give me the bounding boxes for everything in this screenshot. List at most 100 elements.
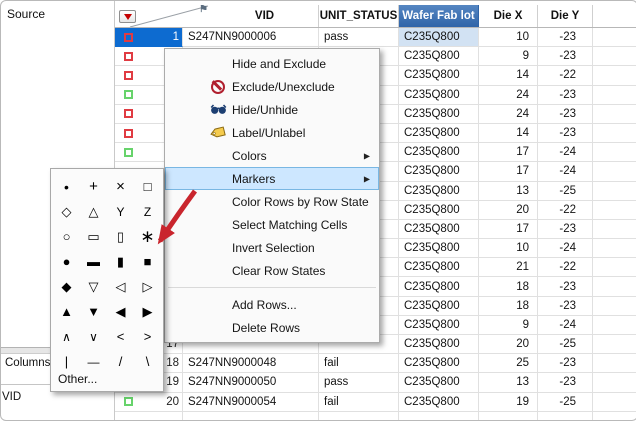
slash-marker[interactable]: / — [107, 349, 134, 374]
cell-diex[interactable]: 21 — [479, 258, 538, 278]
column-header-lot[interactable]: Wafer Fab lot — [399, 5, 479, 27]
open-vrect-marker[interactable]: ▯ — [107, 224, 134, 249]
filled-hrect-marker[interactable]: ▬ — [80, 249, 107, 274]
menu-item-hide-unhide[interactable]: Hide/Unhide — [165, 98, 379, 121]
row-state-cell[interactable] — [115, 28, 141, 48]
cell-diey[interactable]: -23 — [538, 28, 593, 48]
cell-lot[interactable]: C235Q800 — [399, 219, 479, 240]
cell-extra[interactable] — [593, 316, 636, 335]
cell-lot[interactable]: C235Q800 — [399, 200, 479, 220]
cell-extra[interactable] — [593, 258, 636, 278]
cell-diey[interactable]: -23 — [538, 296, 593, 316]
cell-diex[interactable]: 18 — [479, 277, 538, 297]
cell-lot[interactable]: C235Q800 — [399, 143, 479, 163]
open-hrect-marker[interactable]: ▭ — [80, 224, 107, 249]
cell-extra[interactable] — [593, 201, 636, 220]
filled-right-triangle-marker[interactable]: ▶ — [134, 299, 161, 324]
cell-extra[interactable] — [593, 28, 636, 48]
menu-item-label-unlabel[interactable]: Label/Unlabel — [165, 121, 379, 144]
cell-diex[interactable]: 13 — [479, 181, 538, 201]
z-marker[interactable]: Z — [134, 199, 161, 224]
cell-diey[interactable]: -23 — [538, 47, 593, 67]
dot-marker[interactable]: • — [53, 174, 80, 199]
cell-diex[interactable]: 9 — [479, 315, 538, 335]
cell-extra[interactable] — [593, 354, 636, 374]
cell-diex[interactable]: 25 — [479, 354, 538, 374]
cell-lot[interactable]: C235Q800 — [399, 239, 479, 259]
cell-status[interactable]: pass — [319, 373, 399, 393]
menu-item-exclude-unexclude[interactable]: Exclude/Unexclude — [165, 75, 379, 98]
cell-extra[interactable] — [593, 66, 636, 86]
cell-diey[interactable]: -23 — [538, 354, 593, 374]
cell-vid[interactable]: S247NN9000006 — [183, 28, 319, 48]
cell-diey[interactable]: -24 — [538, 239, 593, 259]
cell-extra[interactable] — [593, 220, 636, 240]
cell-lot[interactable]: C235Q800 — [399, 258, 479, 278]
cell-vid[interactable]: S247NN9000054 — [183, 392, 319, 412]
cell-lot[interactable]: C235Q800 — [399, 28, 479, 48]
cell-vid[interactable]: S247NN9000048 — [183, 354, 319, 374]
cell-diey[interactable]: -23 — [538, 373, 593, 393]
vbar-marker[interactable]: | — [53, 349, 80, 374]
cell-lot[interactable]: C235Q800 — [399, 162, 479, 182]
cell-status[interactable]: fail — [319, 354, 399, 374]
row-state-cell[interactable] — [115, 105, 141, 124]
open-diamond-marker[interactable]: ◇ — [53, 199, 80, 224]
menu-item-delete-rows[interactable]: Delete Rows — [165, 316, 379, 339]
column-header-status[interactable]: UNIT_STATUS — [319, 5, 399, 27]
cell-diey[interactable]: -23 — [538, 277, 593, 297]
cell-lot[interactable]: C235Q800 — [399, 85, 479, 105]
open-square-marker[interactable]: □ — [134, 174, 161, 199]
menu-item-hide-and-exclude[interactable]: Hide and Exclude — [165, 52, 379, 75]
menu-item-clear-row-states[interactable]: Clear Row States — [165, 259, 379, 282]
cell-diex[interactable]: 20 — [479, 200, 538, 220]
cell-num[interactable]: 20 — [141, 392, 183, 412]
cell-lot[interactable]: C235Q800 — [399, 354, 479, 374]
cell-lot[interactable]: C235Q800 — [399, 47, 479, 67]
cell-extra[interactable] — [593, 277, 636, 297]
cell-lot[interactable]: C235Q800 — [399, 335, 479, 355]
cell-extra[interactable] — [593, 124, 636, 144]
open-circle-marker[interactable]: ○ — [53, 224, 80, 249]
menu-item-select-matching-cells[interactable]: Select Matching Cells — [165, 213, 379, 236]
cell-extra[interactable] — [593, 182, 636, 201]
menu-item-markers[interactable]: Markers ▶ — [165, 167, 379, 190]
column-header-vid[interactable]: VID — [211, 5, 319, 27]
cell-extra[interactable] — [593, 335, 636, 355]
cell-extra[interactable] — [593, 373, 636, 393]
cell-extra[interactable] — [593, 86, 636, 105]
filled-circle-marker[interactable]: ● — [53, 249, 80, 274]
cell-lot[interactable]: C235Q800 — [399, 315, 479, 335]
cell-diex[interactable]: 20 — [479, 335, 538, 355]
cell-extra[interactable] — [593, 393, 636, 412]
greater-than-marker[interactable]: > — [134, 324, 161, 349]
cell-lot[interactable]: C235Q800 — [399, 296, 479, 316]
less-than-marker[interactable]: < — [107, 324, 134, 349]
filled-down-triangle-marker[interactable]: ▼ — [80, 299, 107, 324]
plus-marker[interactable]: + — [80, 174, 107, 199]
cell-diey[interactable]: -23 — [538, 104, 593, 124]
cell-diex[interactable]: 17 — [479, 143, 538, 163]
caret-down-marker[interactable]: ∨ — [80, 324, 107, 349]
row-state-cell[interactable] — [115, 86, 141, 105]
row-state-cell[interactable] — [115, 47, 141, 67]
cell-lot[interactable]: C235Q800 — [399, 181, 479, 201]
cell-diex[interactable]: 17 — [479, 162, 538, 182]
cell-diex[interactable]: 14 — [479, 66, 538, 86]
cell-lot[interactable]: C235Q800 — [399, 104, 479, 124]
cell-lot[interactable]: C235Q800 — [399, 66, 479, 86]
marker-other-option[interactable]: Other... — [58, 372, 97, 386]
open-left-triangle-marker[interactable]: ◁ — [107, 274, 134, 299]
cell-diex[interactable]: 17 — [479, 219, 538, 240]
row-state-cell[interactable] — [115, 66, 141, 86]
cell-diey[interactable]: -22 — [538, 258, 593, 278]
cell-diey[interactable]: -22 — [538, 200, 593, 220]
menu-item-invert-selection[interactable]: Invert Selection — [165, 236, 379, 259]
columns-panel-label[interactable]: Columns — [5, 357, 50, 369]
cell-diey[interactable]: -23 — [538, 219, 593, 240]
cell-status[interactable]: fail — [319, 392, 399, 412]
cell-diex[interactable]: 19 — [479, 392, 538, 412]
cell-diex[interactable]: 24 — [479, 104, 538, 124]
row-state-cell[interactable] — [115, 143, 141, 163]
asterisk-marker[interactable]: ∗ — [134, 224, 161, 249]
